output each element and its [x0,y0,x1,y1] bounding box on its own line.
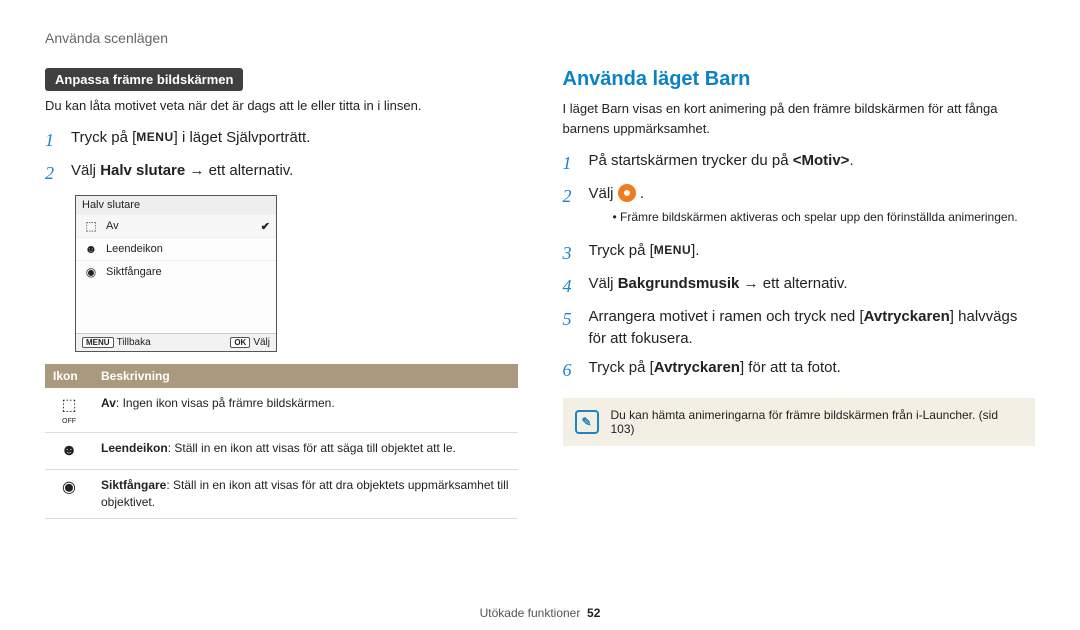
step-number: 4 [563,273,579,300]
r2-bold: Leendeikon [101,441,168,455]
lcd-option-sight: ◉ Siktfångare [76,260,276,283]
step-number: 5 [563,306,579,333]
step-number: 2 [45,160,61,187]
off-icon: ⬚OFF [45,388,93,432]
step2-post: → ett alternativ. [185,162,293,179]
left-column: Anpassa främre bildskärmen Du kan låta m… [45,68,518,596]
s6-pre: Tryck på [ [589,359,654,376]
ok-key-icon: OK [230,337,250,348]
lcd-opt2-label: Leendeikon [106,243,163,255]
s3-pre: Tryck på [ [589,242,654,259]
step1-post: ] i läget Självporträtt. [174,129,311,146]
step2-bold: Halv slutare [100,162,185,179]
note-text: Du kan hämta animeringarna för främre bi… [611,408,1024,436]
right-column: Använda läget Barn I läget Barn visas en… [563,68,1036,596]
icon-description-table: Ikon Beskrivning ⬚OFF Av: Ingen ikon vis… [45,364,518,518]
s6-bold: Avtryckaren [654,359,740,376]
r1-bold: Av [101,396,116,410]
ok-label: Välj [253,337,270,348]
intro-text: Du kan låta motivet veta när det är dags… [45,97,518,115]
mode-icon [618,184,636,202]
lcd-title: Halv slutare [76,196,276,214]
menu-key-icon: MENU [82,337,114,348]
section-pill: Anpassa främre bildskärmen [45,68,243,91]
s4-bold: Bakgrundsmusik [618,275,740,292]
menu-icon: MENU [136,128,173,146]
step-number: 1 [45,127,61,154]
step-number: 2 [563,183,579,210]
section-intro: I läget Barn visas en kort animering på … [563,99,1036,138]
page-number: 52 [587,606,600,620]
off-icon: ⬚ [82,219,100,233]
s5-bold: Avtryckaren [864,308,950,325]
s2-bullet: Främre bildskärmen aktiveras och spelar … [613,208,1036,226]
menu-icon: MENU [654,241,691,259]
smile-icon: ☻ [45,432,93,469]
step-number: 3 [563,240,579,267]
s3-post: ]. [691,242,699,259]
table-row: ⬚OFF Av: Ingen ikon visas på främre bild… [45,388,518,432]
info-icon: ✎ [575,410,599,434]
step2-pre: Välj [71,162,100,179]
check-icon: ✔ [261,220,270,233]
eye-icon: ◉ [45,469,93,518]
info-note: ✎ Du kan hämta animeringarna för främre … [563,398,1036,446]
smile-icon: ☻ [82,242,100,256]
step-number: 6 [563,357,579,384]
camera-lcd-mock: Halv slutare ⬚ Av ✔ ☻ Leendeikon ◉ Siktf… [75,195,277,352]
s1-pre: På startskärmen trycker du på [589,152,793,169]
r3-bold: Siktfångare [101,478,166,492]
lcd-opt3-label: Siktfångare [106,266,162,278]
r2-text: : Ställ in en ikon att visas för att säg… [168,441,456,455]
page-footer: Utökade funktioner 52 [45,596,1035,620]
eye-icon: ◉ [82,265,100,279]
th-icon: Ikon [45,364,93,388]
th-desc: Beskrivning [93,364,518,388]
table-row: ◉ Siktfångare: Ställ in en ikon att visa… [45,469,518,518]
s5-pre: Arrangera motivet i ramen och tryck ned … [589,308,864,325]
section-title: Använda läget Barn [563,68,1036,91]
step-number: 1 [563,150,579,177]
lcd-option-off: ⬚ Av ✔ [76,214,276,237]
breadcrumb: Använda scenlägen [45,30,1035,46]
s1-bold: <Motiv> [793,152,850,169]
s6-post: ] för att ta fotot. [740,359,841,376]
table-row: ☻ Leendeikon: Ställ in en ikon att visas… [45,432,518,469]
s1-post: . [849,152,853,169]
s4-pre: Välj [589,275,618,292]
step1-pre: Tryck på [ [71,129,136,146]
s2-text: Välj [589,185,618,202]
lcd-opt1-label: Av [106,220,119,232]
s4-post: → ett alternativ. [739,275,847,292]
back-label: Tillbaka [117,337,151,348]
lcd-option-smile: ☻ Leendeikon [76,237,276,260]
footer-label: Utökade funktioner [480,606,581,620]
r1-text: : Ingen ikon visas på främre bildskärmen… [116,396,335,410]
